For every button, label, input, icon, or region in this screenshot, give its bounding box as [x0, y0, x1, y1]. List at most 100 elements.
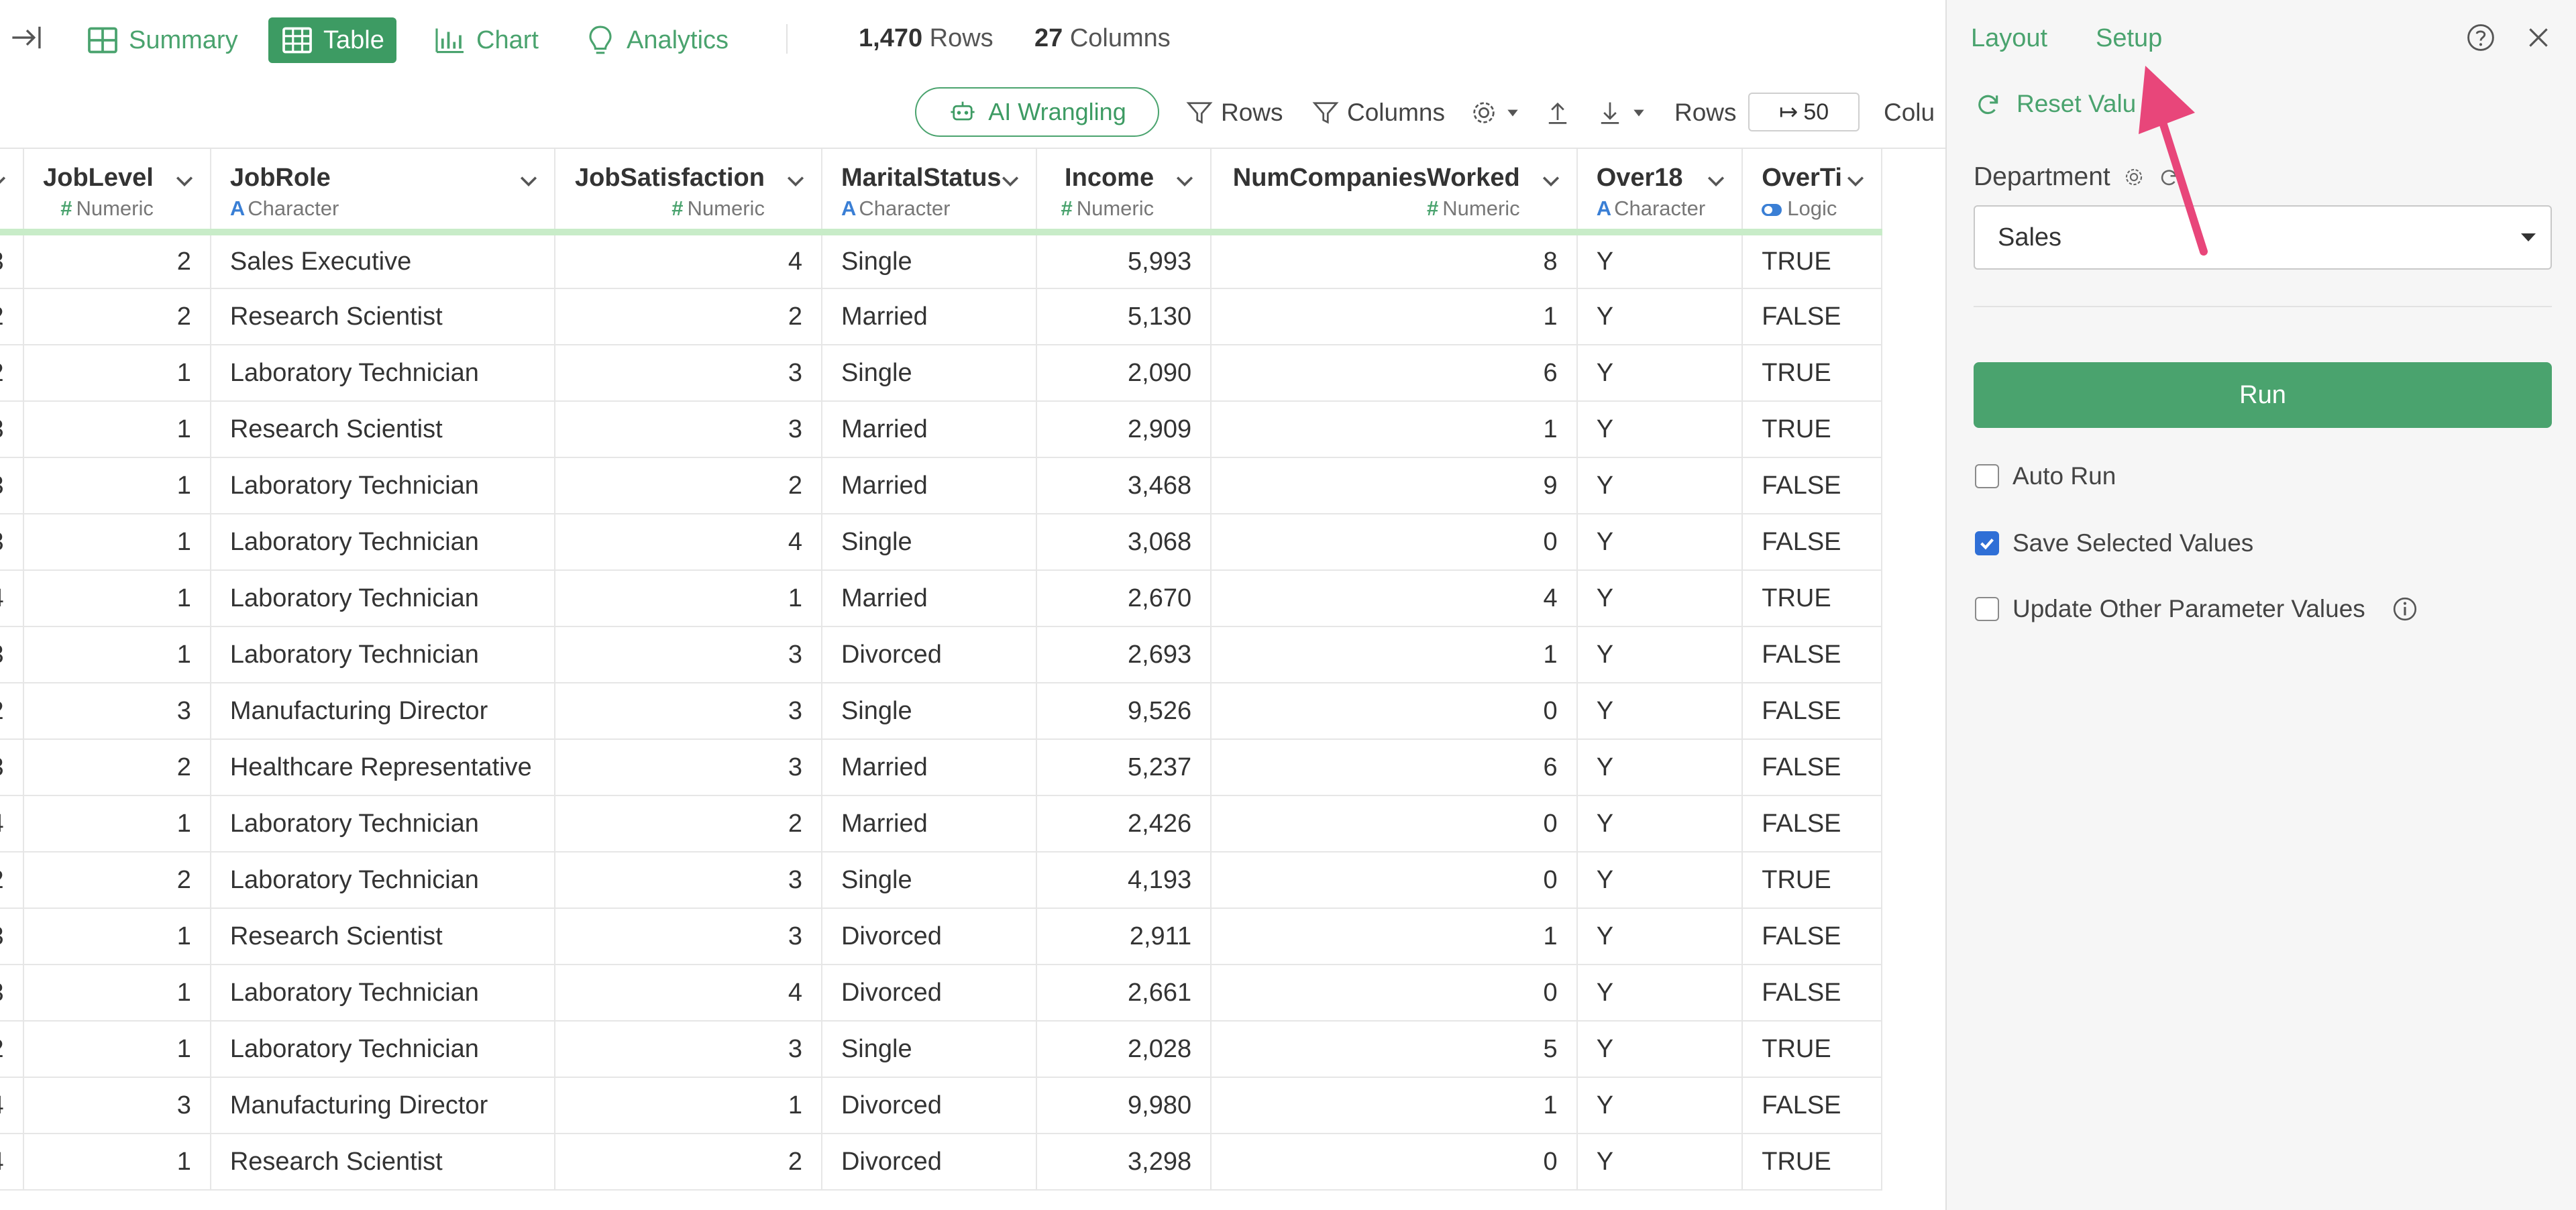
run-button[interactable]: Run: [1974, 362, 2552, 428]
column-header-overti[interactable]: OverTi Logic: [1742, 149, 1882, 235]
table-cell[interactable]: Married: [821, 288, 1037, 345]
table-cell[interactable]: 2: [0, 852, 24, 909]
table-cell[interactable]: Married: [821, 570, 1037, 627]
collapse-sidebar-icon[interactable]: [7, 17, 47, 58]
table-row[interactable]: 32Sales Executive4Single5,9938YTRUE: [0, 232, 1882, 289]
chevron-down-icon[interactable]: [998, 169, 1022, 193]
auto-run-checkbox[interactable]: Auto Run: [1975, 459, 2116, 494]
table-cell[interactable]: 2,911: [1036, 908, 1212, 965]
table-cell[interactable]: FALSE: [1742, 1077, 1882, 1134]
tab-summary[interactable]: Summary: [74, 17, 250, 63]
table-row[interactable]: 31Laboratory Technician2Married3,4689YFA…: [0, 457, 1882, 514]
table-cell[interactable]: 9: [1211, 457, 1578, 514]
table-cell[interactable]: TRUE: [1742, 401, 1882, 458]
table-cell[interactable]: 5,993: [1036, 232, 1212, 289]
chevron-down-icon[interactable]: [1539, 169, 1563, 193]
table-cell[interactable]: 3: [554, 1021, 822, 1078]
chevron-down-icon[interactable]: [172, 169, 197, 193]
table-cell[interactable]: 3: [554, 683, 822, 740]
table-row[interactable]: 31Research Scientist3Divorced2,9111YFALS…: [0, 908, 1882, 965]
download-menu-button[interactable]: [1595, 94, 1646, 131]
tab-table[interactable]: Table: [268, 17, 396, 63]
department-select[interactable]: Sales: [1974, 205, 2552, 270]
table-row[interactable]: 41Laboratory Technician2Married2,4260YFA…: [0, 795, 1882, 852]
table-cell[interactable]: 3: [554, 401, 822, 458]
table-cell[interactable]: Y: [1576, 795, 1743, 852]
table-cell[interactable]: Manufacturing Director: [210, 1077, 555, 1134]
table-cell[interactable]: 0: [1211, 965, 1578, 1022]
table-cell[interactable]: Married: [821, 401, 1037, 458]
tab-analytics[interactable]: Analytics: [572, 17, 741, 63]
table-cell[interactable]: Laboratory Technician: [210, 514, 555, 571]
table-cell[interactable]: 6: [1211, 345, 1578, 402]
table-cell[interactable]: 2,028: [1036, 1021, 1212, 1078]
table-cell[interactable]: 3: [23, 683, 211, 740]
settings-menu-button[interactable]: [1469, 94, 1520, 131]
table-cell[interactable]: TRUE: [1742, 852, 1882, 909]
table-cell[interactable]: Y: [1576, 345, 1743, 402]
table-cell[interactable]: 0: [1211, 514, 1578, 571]
checkbox-box[interactable]: [1975, 464, 1999, 488]
table-cell[interactable]: Laboratory Technician: [210, 626, 555, 683]
tab-setup[interactable]: Setup: [2096, 24, 2162, 53]
table-cell[interactable]: FALSE: [1742, 795, 1882, 852]
table-cell[interactable]: 0: [1211, 683, 1578, 740]
ai-wrangling-button[interactable]: AI Wrangling: [915, 87, 1159, 137]
table-cell[interactable]: FALSE: [1742, 457, 1882, 514]
table-cell[interactable]: Research Scientist: [210, 288, 555, 345]
table-cell[interactable]: 2: [23, 852, 211, 909]
table-cell[interactable]: 3: [0, 514, 24, 571]
table-cell[interactable]: 1: [23, 570, 211, 627]
table-cell[interactable]: 1: [1211, 401, 1578, 458]
column-header-over18[interactable]: Over18 A Character: [1576, 149, 1743, 235]
table-cell[interactable]: 2: [554, 1134, 822, 1191]
table-cell[interactable]: 0: [1211, 852, 1578, 909]
table-cell[interactable]: Y: [1576, 739, 1743, 796]
table-cell[interactable]: Laboratory Technician: [210, 852, 555, 909]
table-cell[interactable]: 1: [554, 570, 822, 627]
table-cell[interactable]: TRUE: [1742, 345, 1882, 402]
table-cell[interactable]: Married: [821, 457, 1037, 514]
table-cell[interactable]: FALSE: [1742, 626, 1882, 683]
upload-button[interactable]: [1543, 94, 1572, 131]
table-cell[interactable]: 2,661: [1036, 965, 1212, 1022]
table-cell[interactable]: FALSE: [1742, 908, 1882, 965]
table-row[interactable]: 31Research Scientist3Married2,9091YTRUE: [0, 401, 1882, 458]
table-cell[interactable]: 5,237: [1036, 739, 1212, 796]
table-cell[interactable]: 2: [0, 288, 24, 345]
table-cell[interactable]: 4: [554, 514, 822, 571]
table-cell[interactable]: Laboratory Technician: [210, 1021, 555, 1078]
table-row[interactable]: 23Manufacturing Director3Single9,5260YFA…: [0, 683, 1882, 740]
table-cell[interactable]: 2: [0, 683, 24, 740]
table-cell[interactable]: 3,068: [1036, 514, 1212, 571]
table-cell[interactable]: 0: [1211, 1134, 1578, 1191]
table-row[interactable]: 31Laboratory Technician3Divorced2,6931YF…: [0, 626, 1882, 683]
table-cell[interactable]: Divorced: [821, 626, 1037, 683]
table-cell[interactable]: 2,090: [1036, 345, 1212, 402]
table-cell[interactable]: Y: [1576, 683, 1743, 740]
chevron-down-icon[interactable]: [1704, 169, 1728, 193]
table-cell[interactable]: TRUE: [1742, 1134, 1882, 1191]
table-cell[interactable]: Manufacturing Director: [210, 683, 555, 740]
table-cell[interactable]: FALSE: [1742, 288, 1882, 345]
column-header-jobsatisfaction[interactable]: JobSatisfaction # Numeric: [554, 149, 822, 235]
table-row[interactable]: 32Healthcare Representative3Married5,237…: [0, 739, 1882, 796]
rows-filter-button[interactable]: Rows: [1185, 94, 1283, 131]
table-cell[interactable]: Laboratory Technician: [210, 457, 555, 514]
table-cell[interactable]: FALSE: [1742, 683, 1882, 740]
table-cell[interactable]: Y: [1576, 1021, 1743, 1078]
table-cell[interactable]: Laboratory Technician: [210, 570, 555, 627]
table-cell[interactable]: FALSE: [1742, 514, 1882, 571]
chevron-down-icon[interactable]: [0, 169, 9, 193]
table-cell[interactable]: Single: [821, 1021, 1037, 1078]
column-header-joblevel[interactable]: JobLevel # Numeric: [23, 149, 211, 235]
table-cell[interactable]: Single: [821, 514, 1037, 571]
table-cell[interactable]: 4: [554, 232, 822, 289]
table-cell[interactable]: 0: [1211, 795, 1578, 852]
table-cell[interactable]: 5,130: [1036, 288, 1212, 345]
table-cell[interactable]: TRUE: [1742, 1021, 1882, 1078]
table-cell[interactable]: 2,693: [1036, 626, 1212, 683]
table-cell[interactable]: 9,980: [1036, 1077, 1212, 1134]
table-cell[interactable]: 1: [23, 795, 211, 852]
table-cell[interactable]: 1: [554, 1077, 822, 1134]
